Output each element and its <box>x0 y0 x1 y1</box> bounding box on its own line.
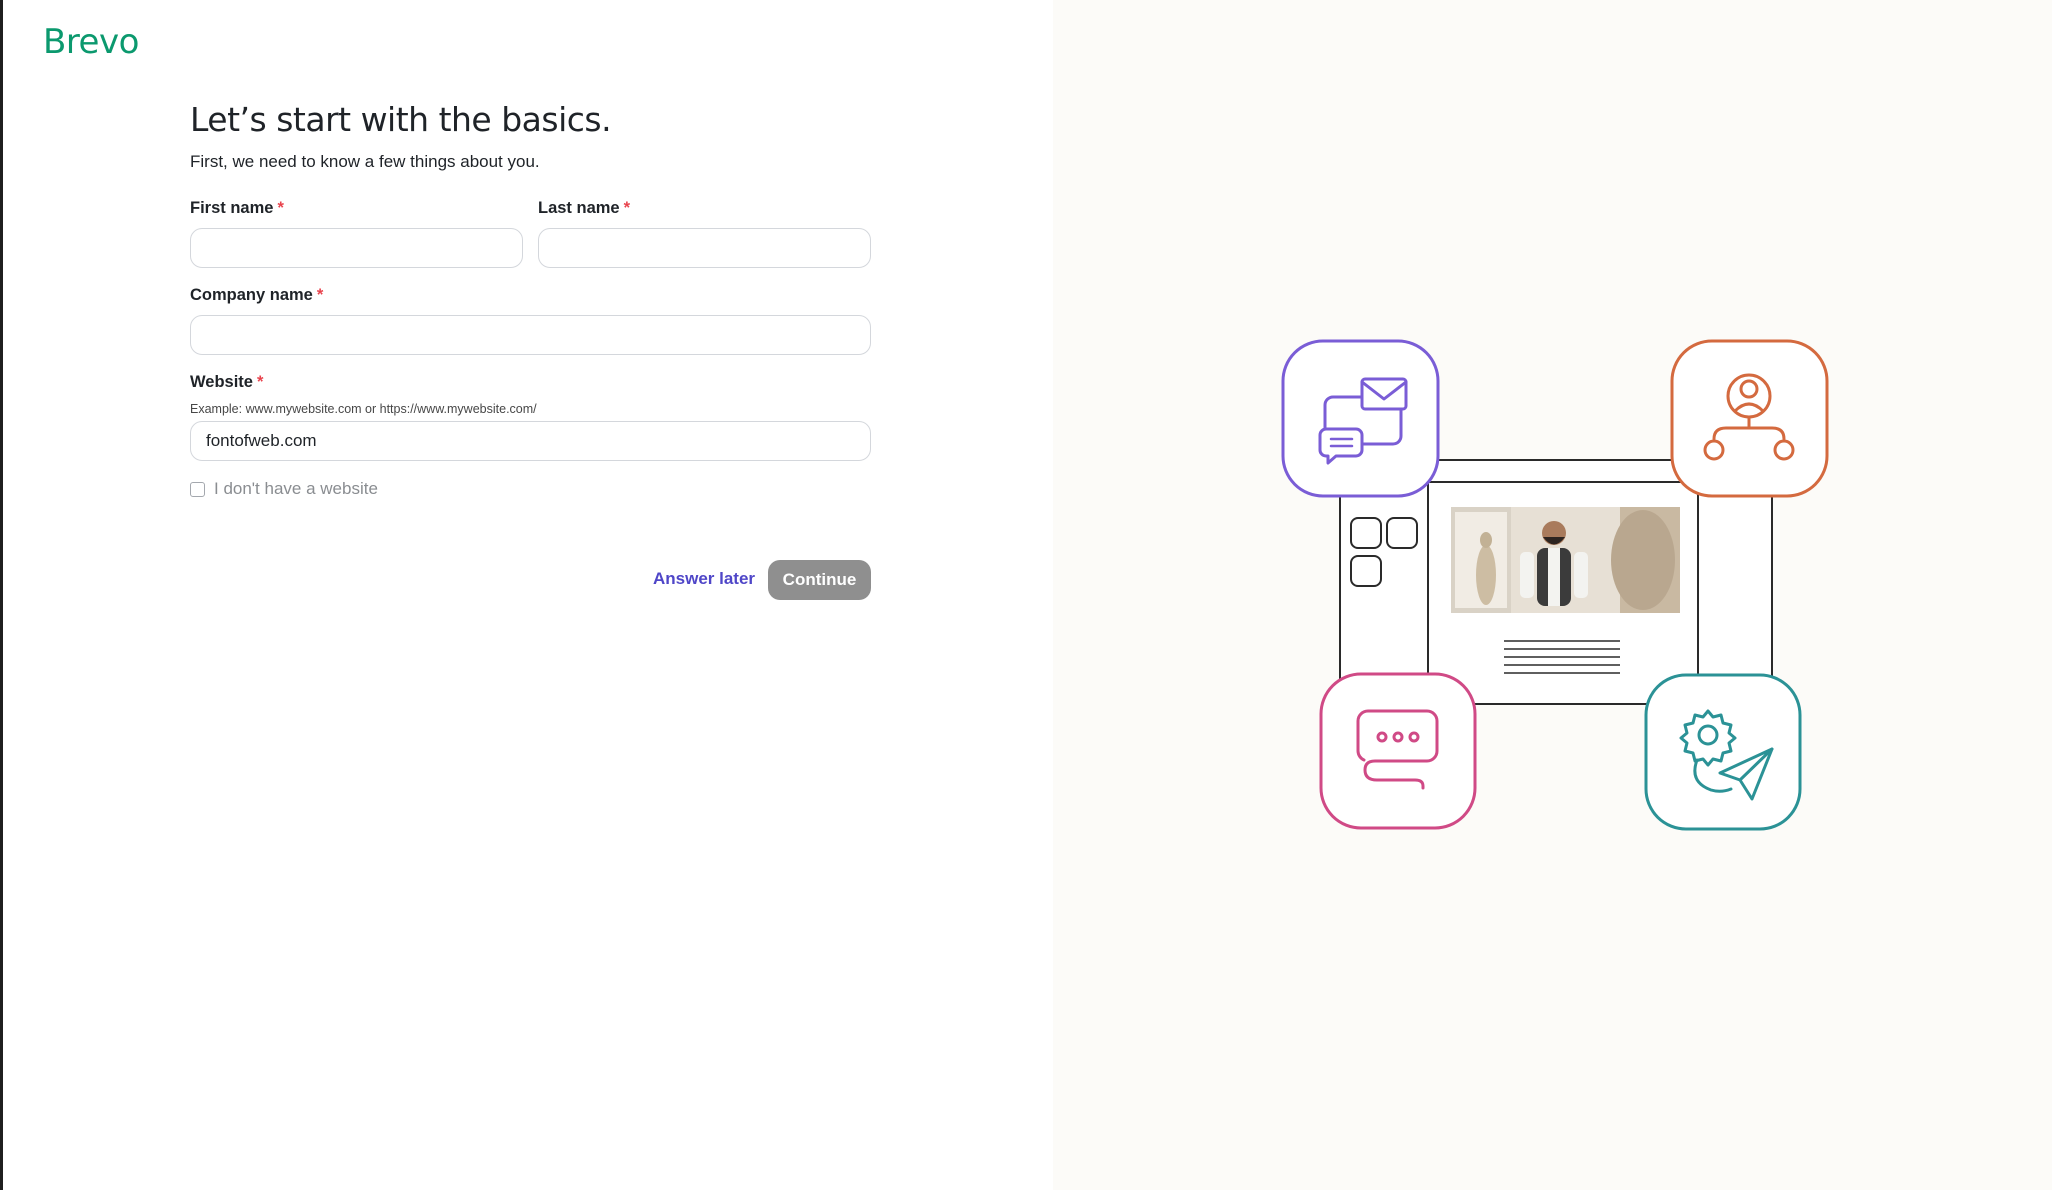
message-bubble-icon <box>1319 672 1477 830</box>
marketing-illustration <box>1281 339 1829 831</box>
tailor-photo <box>1451 507 1680 613</box>
contacts-network-icon <box>1670 339 1829 498</box>
chat-mail-icon <box>1281 339 1440 498</box>
settings-send-icon <box>1644 673 1802 831</box>
